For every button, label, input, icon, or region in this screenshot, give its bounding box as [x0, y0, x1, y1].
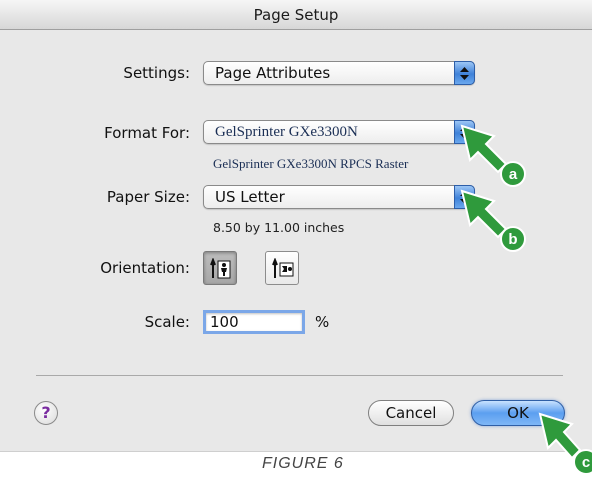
format-for-popup[interactable]: GelSprinter GXe3300N [203, 120, 475, 144]
paper-size-value: US Letter [215, 188, 285, 206]
scale-input[interactable]: 100 [203, 310, 305, 334]
portrait-orientation-icon [210, 258, 231, 279]
settings-value: Page Attributes [215, 64, 331, 82]
paper-size-stepper-icon [454, 185, 475, 209]
settings-stepper-icon [454, 61, 475, 85]
cancel-button[interactable]: Cancel [368, 400, 454, 426]
paper-size-popup[interactable]: US Letter [203, 185, 475, 209]
paper-size-subtitle: 8.50 by 11.00 inches [213, 220, 345, 235]
orientation-label: Orientation: [100, 259, 190, 277]
help-button[interactable]: ? [34, 401, 58, 425]
figure-caption: FIGURE 6 [262, 455, 344, 472]
window-title: Page Setup [0, 0, 592, 30]
orientation-portrait-button[interactable] [203, 251, 237, 285]
scale-unit: % [315, 313, 330, 331]
callout-c-label: c [582, 454, 590, 471]
settings-popup[interactable]: Page Attributes [203, 61, 475, 85]
settings-label: Settings: [123, 64, 190, 82]
ok-button[interactable]: OK [471, 400, 565, 426]
format-for-stepper-icon [454, 120, 475, 144]
divider [36, 375, 563, 376]
format-for-value: GelSprinter GXe3300N [215, 124, 358, 140]
format-for-subtitle: GelSprinter GXe3300N RPCS Raster [213, 156, 409, 171]
scale-label: Scale: [144, 313, 190, 331]
paper-size-label: Paper Size: [106, 188, 190, 206]
page-setup-dialog: Page Setup Settings: Page Attributes For… [0, 0, 592, 452]
format-for-label: Format For: [104, 124, 190, 142]
landscape-orientation-icon [272, 258, 294, 278]
orientation-landscape-button[interactable] [265, 251, 299, 285]
